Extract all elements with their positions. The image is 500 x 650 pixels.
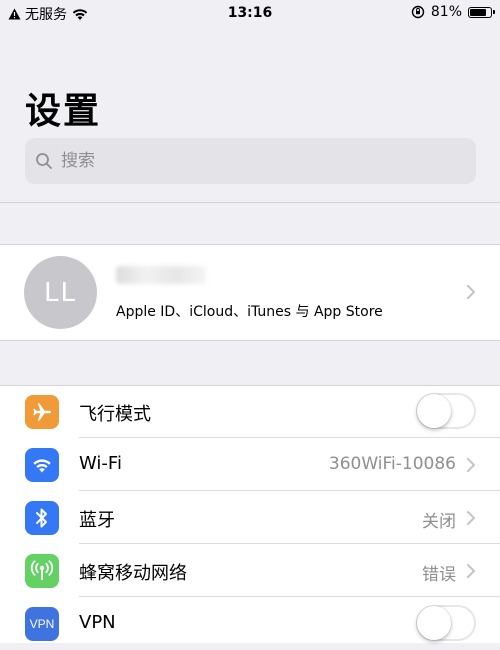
settings-row-wifi[interactable]: Wi-Fi 360WiFi-10086 bbox=[0, 438, 500, 491]
vpn-toggle[interactable] bbox=[416, 605, 476, 641]
account-cell[interactable]: LL Apple ID、iCloud、iTunes 与 App Store bbox=[0, 244, 500, 341]
settings-row-label: VPN bbox=[79, 612, 116, 633]
search-icon bbox=[36, 153, 52, 169]
cellular-status-value: 错误 bbox=[422, 565, 456, 585]
airplane-mode-toggle[interactable] bbox=[416, 393, 476, 429]
divider bbox=[0, 244, 500, 245]
search-bar[interactable] bbox=[25, 138, 476, 184]
settings-row-label: 蜂窝移动网络 bbox=[79, 563, 187, 584]
chevron-right-icon bbox=[467, 564, 475, 578]
account-name-redacted bbox=[116, 266, 206, 284]
divider bbox=[0, 340, 500, 341]
airplane-glyph-icon bbox=[33, 403, 51, 421]
battery-icon bbox=[468, 6, 495, 18]
avatar: LL bbox=[24, 256, 97, 329]
airplane-icon bbox=[25, 395, 59, 429]
vpn-icon: VPN bbox=[25, 607, 59, 641]
toggle-knob bbox=[417, 394, 451, 428]
settings-row-cellular[interactable]: 蜂窝移动网络 错误 bbox=[0, 544, 500, 597]
settings-row-vpn[interactable]: VPN VPN bbox=[0, 597, 500, 650]
chevron-right-icon bbox=[467, 285, 475, 299]
bluetooth-glyph-icon bbox=[36, 508, 47, 528]
toggle-knob bbox=[417, 606, 451, 640]
divider bbox=[0, 202, 500, 203]
search-input[interactable] bbox=[59, 150, 443, 172]
settings-row-label: 飞行模式 bbox=[79, 404, 151, 425]
page-title: 设置 bbox=[25, 91, 102, 132]
wifi-network-value: 360WiFi-10086 bbox=[328, 454, 456, 474]
settings-group: 飞行模式 Wi-Fi 360WiFi-10086 蓝牙 关闭 蜂窝移动网络 错误… bbox=[0, 385, 500, 643]
cellular-icon bbox=[25, 554, 59, 588]
settings-row-label: Wi-Fi bbox=[79, 453, 122, 474]
battery-percent: 81% bbox=[430, 4, 462, 20]
chevron-right-icon bbox=[467, 458, 475, 472]
status-right: 81% bbox=[411, 4, 495, 20]
bluetooth-icon bbox=[25, 501, 59, 535]
orientation-lock-icon bbox=[411, 5, 425, 19]
chevron-right-icon bbox=[467, 511, 475, 525]
cellular-antenna-glyph-icon bbox=[30, 560, 54, 580]
account-subtitle: Apple ID、iCloud、iTunes 与 App Store bbox=[116, 304, 383, 320]
settings-row-label: 蓝牙 bbox=[79, 510, 115, 531]
settings-row-airplane-mode[interactable]: 飞行模式 bbox=[0, 385, 500, 438]
settings-row-bluetooth[interactable]: 蓝牙 关闭 bbox=[0, 491, 500, 544]
battery-level bbox=[470, 8, 487, 16]
status-bar: 无服务 13:16 81% bbox=[0, 0, 500, 28]
wifi-icon bbox=[25, 448, 59, 482]
wifi-glyph-icon bbox=[33, 459, 51, 473]
bluetooth-status-value: 关闭 bbox=[422, 512, 456, 532]
